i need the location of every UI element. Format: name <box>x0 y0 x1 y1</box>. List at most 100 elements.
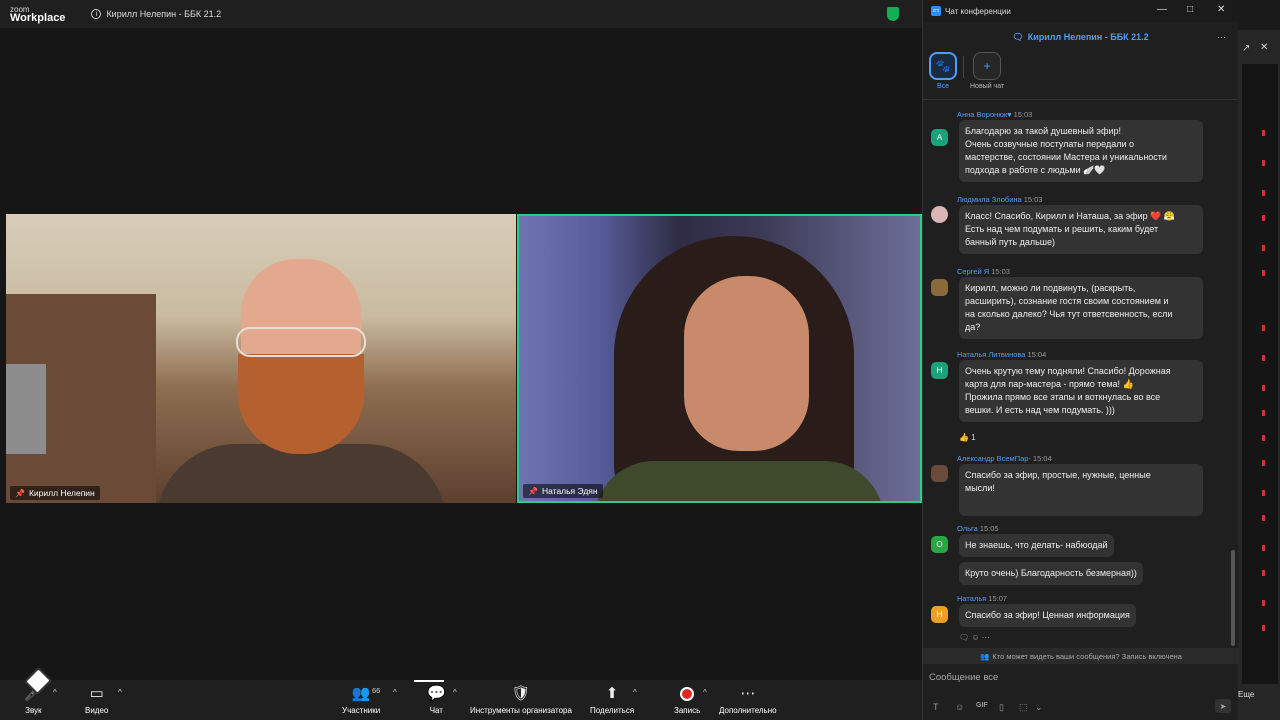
share-screen-icon: ⬆ <box>605 685 619 702</box>
pin-icon: 📌 <box>528 486 538 496</box>
message-reaction[interactable]: 👍 1 <box>959 433 976 442</box>
video-tile-natalya[interactable]: 📌 Наталья Эдян <box>517 214 922 503</box>
message-sender: Людмила Злобина 15:03 <box>957 195 1043 204</box>
chat-message-input[interactable]: Сообщение все <box>929 672 998 683</box>
meeting-toolbar: 🎤 Звук ^ ▭ Видео ^ 👥 Участники 66 ^ 💬 Ча… <box>0 680 922 720</box>
chat-bubble-icon: 🗨 <box>1012 31 1024 42</box>
chat-header: 🗨 Кирилл Нелепин - ББК 21.2 ⋯ <box>923 22 1238 52</box>
message-sender: Наталья 15:07 <box>957 594 1008 603</box>
avatar[interactable] <box>931 206 948 223</box>
chat-channel-bar: 🐾 Все + Новый чат <box>923 52 1238 100</box>
input-options-chevron-icon[interactable]: ⌄ <box>1035 702 1043 713</box>
camera-icon: ▭ <box>89 685 104 702</box>
message-bubble[interactable]: Спасибо за эфир, простые, нужные, ценные… <box>959 464 1203 516</box>
participant-video-figure <box>156 259 446 503</box>
file-icon[interactable]: ▯ <box>999 702 1004 713</box>
video-button[interactable]: ▭ Видео <box>85 684 108 715</box>
participant-name-tag: 📌 Кирилл Нелепин <box>10 486 100 500</box>
chat-options-chevron-icon[interactable]: ^ <box>453 688 457 697</box>
participant-name: Наталья Эдян <box>541 486 598 496</box>
zoom-logo: zoom Workplace <box>10 5 66 24</box>
message-bubble[interactable]: Очень крутую тему подняли! Спасибо! Доро… <box>959 360 1203 422</box>
message-bubble[interactable]: Спасибо за эфир! Ценная информация <box>959 604 1136 627</box>
avatar[interactable]: Н <box>931 606 948 623</box>
video-options-chevron-icon[interactable]: ^ <box>118 688 122 697</box>
avatar[interactable]: А <box>931 129 948 146</box>
more-button[interactable]: ⋯ Дополнительно <box>719 684 777 715</box>
emoji-react-icon[interactable]: ☺ <box>971 633 979 642</box>
message-bubble[interactable]: Кирилл, можно ли подвинуть, (раскрыть, р… <box>959 277 1203 339</box>
video-tile-kirill[interactable]: 📌 Кирилл Нелепин <box>6 214 516 503</box>
chat-message-list[interactable]: Анна Воронюк♥ 15:03 А Благодарю за такой … <box>923 100 1229 648</box>
host-tools-button[interactable]: 🛡 Инструменты организатора <box>470 684 572 715</box>
meeting-top-bar: zoom Workplace i Кирилл Нелепин - ББК 21… <box>0 0 922 28</box>
record-options-chevron-icon[interactable]: ^ <box>703 688 707 697</box>
gif-icon[interactable]: GIF <box>976 702 988 709</box>
channel-all[interactable]: 🐾 Все <box>929 52 957 90</box>
chat-header-title: Кирилл Нелепин - ББК 21.2 <box>1027 32 1149 42</box>
message-bubble[interactable]: Класс! Спасибо, Кирилл и Наташа, за эфир… <box>959 205 1203 254</box>
host-shield-icon: 🛡 <box>511 685 531 702</box>
chat-icon: 💬 <box>427 685 446 702</box>
message-sender: Сергей Я 15:03 <box>957 267 1010 276</box>
chat-panel: zm Чат конференции — □ ✕ 🗨 Кирилл Нелепи… <box>922 0 1239 720</box>
chat-privacy-note[interactable]: 👥 Кто может видеть ваши сообщения? Запис… <box>923 648 1239 664</box>
encryption-shield-icon[interactable] <box>887 7 899 21</box>
chat-window-title: Чат конференции <box>945 6 1011 16</box>
popout-icon[interactable]: ↗ <box>1242 43 1250 54</box>
chat-scrollbar[interactable] <box>1231 550 1235 646</box>
message-sender: Ольга 15:05 <box>957 524 999 533</box>
text-format-icon[interactable]: T <box>933 702 939 712</box>
background-window-list <box>1242 64 1278 684</box>
emoji-icon[interactable]: ☺ <box>955 702 964 712</box>
screenshot-icon[interactable]: ⬚ <box>1019 702 1028 713</box>
chat-window-titlebar: zm Чат конференции — □ ✕ <box>923 0 1238 22</box>
meeting-info[interactable]: i Кирилл Нелепин - ББК 21.2 <box>91 9 221 19</box>
audio-options-chevron-icon[interactable]: ^ <box>53 688 57 697</box>
close-icon[interactable]: ✕ <box>1260 42 1268 53</box>
message-sender: Наталья Литвинова 15:04 <box>957 350 1047 359</box>
more-icon: ⋯ <box>740 685 756 702</box>
record-icon <box>680 687 695 701</box>
close-icon[interactable]: ✕ <box>1217 4 1225 15</box>
oven-bg <box>6 364 46 454</box>
plus-icon: + <box>973 52 1002 80</box>
avatar[interactable] <box>931 279 948 296</box>
message-bubble[interactable]: Круто очень) Благодарность безмерная)) <box>959 562 1143 585</box>
logo-line-2: Workplace <box>10 12 66 24</box>
channel-new-chat[interactable]: + Новый чат <box>970 52 1004 90</box>
message-more-icon[interactable]: ⋯ <box>982 633 990 642</box>
maximize-icon[interactable]: □ <box>1187 4 1193 15</box>
avatar[interactable]: Н <box>931 362 948 379</box>
info-icon[interactable]: i <box>91 9 102 19</box>
send-icon[interactable]: ➤ <box>1215 699 1231 713</box>
zoom-app: zoom Workplace i Кирилл Нелепин - ББК 21… <box>0 0 1280 720</box>
message-sender: Анна Воронюк♥ 15:03 <box>957 110 1033 119</box>
people-icon: 👥 <box>980 651 990 661</box>
zoom-app-icon: zm <box>931 6 941 16</box>
active-indicator <box>414 680 444 682</box>
chat-input-area: Сообщение все T ☺ GIF ▯ ⬚ ⌄ ➤ <box>923 664 1239 720</box>
meeting-title: Кирилл Нелепин - ББК 21.2 <box>106 9 222 19</box>
message-sender: Александр ВсемПар- 15:04 <box>957 454 1052 463</box>
share-options-chevron-icon[interactable]: ^ <box>633 688 637 697</box>
chat-button[interactable]: 💬 Чат <box>427 684 446 715</box>
participant-name: Кирилл Нелепин <box>28 488 95 498</box>
participant-video-figure <box>594 236 884 501</box>
background-window-controls: ↗ ✕ <box>1238 40 1280 60</box>
participants-count: 66 <box>372 686 381 695</box>
record-button[interactable]: Запись <box>674 684 700 715</box>
message-actions: 🗨 ☺ ⋯ <box>959 633 990 642</box>
avatar[interactable]: О <box>931 536 948 553</box>
participant-name-tag: 📌 Наталья Эдян <box>523 484 603 498</box>
chat-more-icon[interactable]: ⋯ <box>1217 32 1226 43</box>
pin-icon: 📌 <box>15 488 25 498</box>
reply-icon[interactable]: 🗨 <box>959 633 969 642</box>
avatar[interactable] <box>931 465 948 482</box>
minimize-icon[interactable]: — <box>1157 4 1167 15</box>
message-bubble[interactable]: Благодарю за такой душевный эфир! Очень … <box>959 120 1203 182</box>
share-button[interactable]: ⬆ Поделиться <box>590 684 634 715</box>
background-more-label[interactable]: Еще <box>1238 690 1254 699</box>
participants-options-chevron-icon[interactable]: ^ <box>393 688 397 697</box>
message-bubble[interactable]: Не знаешь, что делать- набюодай <box>959 534 1114 557</box>
